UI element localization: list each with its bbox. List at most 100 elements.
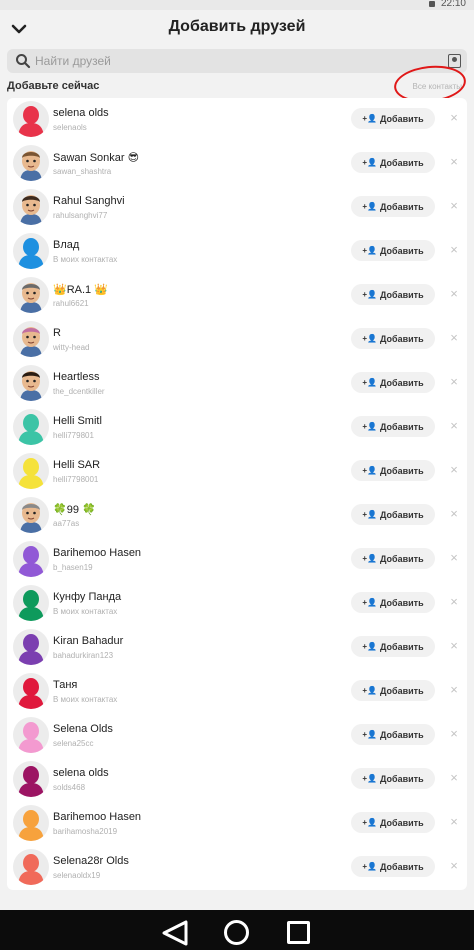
friend-row[interactable]: Таня В моих контактах +👤 Добавить × [7, 670, 467, 714]
avatar-silhouette-icon[interactable] [13, 409, 49, 445]
friend-username: bahadurkiran123 [53, 651, 114, 660]
friend-row[interactable]: Helli Smitl helli779801 +👤 Добавить × [7, 406, 467, 450]
add-person-icon: +👤 [362, 862, 378, 871]
friend-row[interactable]: selena olds solds468 +👤 Добавить × [7, 758, 467, 802]
avatar-bitmoji-icon[interactable] [13, 321, 49, 357]
friend-name: selena olds [53, 107, 109, 119]
avatar-silhouette-icon[interactable] [13, 233, 49, 269]
friend-username: selenaols [53, 123, 87, 132]
dismiss-icon[interactable]: × [448, 770, 460, 786]
avatar-bitmoji-icon[interactable] [13, 365, 49, 401]
dismiss-icon[interactable]: × [448, 330, 460, 346]
friend-row[interactable]: Rahul Sanghvi rahulsanghvi77 +👤 Добавить × [7, 186, 467, 230]
page-title: Добавить друзей [168, 18, 306, 35]
add-friend-button[interactable]: +👤 Добавить [351, 328, 435, 349]
friend-username: sawan_shashtra [53, 167, 112, 176]
friend-name: R [53, 327, 61, 339]
add-friend-button[interactable]: +👤 Добавить [351, 240, 435, 261]
dismiss-icon[interactable]: × [448, 638, 460, 654]
dismiss-icon[interactable]: × [448, 198, 460, 214]
add-friend-button[interactable]: +👤 Добавить [351, 152, 435, 173]
friend-row[interactable]: 👑RA.1 👑 rahul6621 +👤 Добавить × [7, 274, 467, 318]
avatar-silhouette-icon[interactable] [13, 453, 49, 489]
friend-row[interactable]: Selena28r Olds selenaoldx19 +👤 Добавить × [7, 846, 467, 890]
dismiss-icon[interactable]: × [448, 242, 460, 258]
contact-card-icon[interactable] [448, 54, 461, 68]
friend-row[interactable]: Heartless the_dcentkiller +👤 Добавить × [7, 362, 467, 406]
avatar-silhouette-icon[interactable] [13, 101, 49, 137]
add-friend-button[interactable]: +👤 Добавить [351, 284, 435, 305]
dismiss-icon[interactable]: × [448, 154, 460, 170]
avatar-bitmoji-icon[interactable] [13, 145, 49, 181]
dismiss-icon[interactable]: × [448, 594, 460, 610]
search-bar[interactable] [7, 49, 467, 73]
friend-name: Barihemoo Hasen [53, 811, 142, 823]
friend-username: solds468 [53, 783, 86, 792]
dismiss-icon[interactable]: × [448, 726, 460, 742]
dismiss-icon[interactable]: × [448, 418, 460, 434]
add-friend-button[interactable]: +👤 Добавить [351, 548, 435, 569]
add-friend-button[interactable]: +👤 Добавить [351, 416, 435, 437]
friend-name: Kiran Bahadur [53, 635, 124, 647]
avatar-bitmoji-icon[interactable] [13, 189, 49, 225]
friend-row[interactable]: Barihemoo Hasen barihamosha2019 +👤 Добавить… [7, 802, 467, 846]
nav-recents-icon[interactable] [287, 921, 310, 944]
dismiss-icon[interactable]: × [448, 682, 460, 698]
friend-username: aa77as [53, 519, 80, 528]
search-input[interactable] [35, 49, 435, 73]
nav-home-icon[interactable] [224, 920, 249, 945]
dismiss-icon[interactable]: × [448, 110, 460, 126]
navigation-bar [0, 910, 474, 950]
dismiss-icon[interactable]: × [448, 374, 460, 390]
add-friend-button[interactable]: +👤 Добавить [351, 812, 435, 833]
dismiss-icon[interactable]: × [448, 286, 460, 302]
friend-row[interactable]: Selena Olds selena25cc +👤 Добавить × [7, 714, 467, 758]
avatar-bitmoji-icon[interactable] [13, 277, 49, 313]
dismiss-icon[interactable]: × [448, 506, 460, 522]
add-friend-button[interactable]: +👤 Добавить [351, 372, 435, 393]
add-friend-button[interactable]: +👤 Добавить [351, 724, 435, 745]
avatar-silhouette-icon[interactable] [13, 805, 49, 841]
avatar-silhouette-icon[interactable] [13, 717, 49, 753]
add-friend-button[interactable]: +👤 Добавить [351, 592, 435, 613]
friend-row[interactable]: selena olds selenaols +👤 Добавить × [7, 98, 467, 142]
avatar-silhouette-icon[interactable] [13, 849, 49, 885]
dismiss-icon[interactable]: × [448, 462, 460, 478]
avatar-bitmoji-icon[interactable] [13, 497, 49, 533]
add-friend-button[interactable]: +👤 Добавить [351, 460, 435, 481]
friend-row[interactable]: Helli SAR helli7798001 +👤 Добавить × [7, 450, 467, 494]
avatar-silhouette-icon[interactable] [13, 629, 49, 665]
friend-row[interactable]: Kiran Bahadur bahadurkiran123 +👤 Добавить × [7, 626, 467, 670]
avatar-silhouette-icon[interactable] [13, 673, 49, 709]
add-person-icon: +👤 [362, 510, 378, 519]
friend-name: Rahul Sanghvi [53, 195, 125, 207]
add-friend-label: Добавить [380, 509, 424, 520]
add-person-icon: +👤 [362, 642, 378, 651]
friend-row[interactable]: Кунфу Панда В моих контактах +👤 Добавить × [7, 582, 467, 626]
friend-name: Barihemoo Hasen [53, 547, 142, 559]
friend-username: selena25cc [53, 739, 94, 748]
add-person-icon: +👤 [362, 202, 378, 211]
add-person-icon: +👤 [362, 114, 378, 123]
friend-row[interactable]: Barihemoo Hasen b_hasen19 +👤 Добавить × [7, 538, 467, 582]
dismiss-icon[interactable]: × [448, 550, 460, 566]
add-friend-button[interactable]: +👤 Добавить [351, 856, 435, 877]
avatar-silhouette-icon[interactable] [13, 541, 49, 577]
friend-row[interactable]: Rwitty-head +👤 Добавить × [7, 318, 467, 362]
dismiss-icon[interactable]: × [448, 858, 460, 874]
add-friend-button[interactable]: +👤 Добавить [351, 768, 435, 789]
add-friend-button[interactable]: +👤 Добавить [351, 636, 435, 657]
friend-row[interactable]: 🍀99 🍀 aa77as +👤 Добавить × [7, 494, 467, 538]
dismiss-icon[interactable]: × [448, 814, 460, 830]
add-friend-button[interactable]: +👤 Добавить [351, 504, 435, 525]
add-person-icon: +👤 [362, 686, 378, 695]
avatar-silhouette-icon[interactable] [13, 585, 49, 621]
friend-row[interactable]: Sawan Sonkar 😎 sawan_shashtra +👤 Добавить × [7, 142, 467, 186]
avatar-silhouette-icon[interactable] [13, 761, 49, 797]
nav-back-icon[interactable] [160, 920, 190, 946]
add-friend-button[interactable]: +👤 Добавить [351, 196, 435, 217]
add-friend-button[interactable]: +👤 Добавить [351, 108, 435, 129]
friend-name: Selena Olds [53, 723, 113, 735]
add-friend-button[interactable]: +👤 Добавить [351, 680, 435, 701]
friend-row[interactable]: Влад В моих контактах +👤 Добавить × [7, 230, 467, 274]
